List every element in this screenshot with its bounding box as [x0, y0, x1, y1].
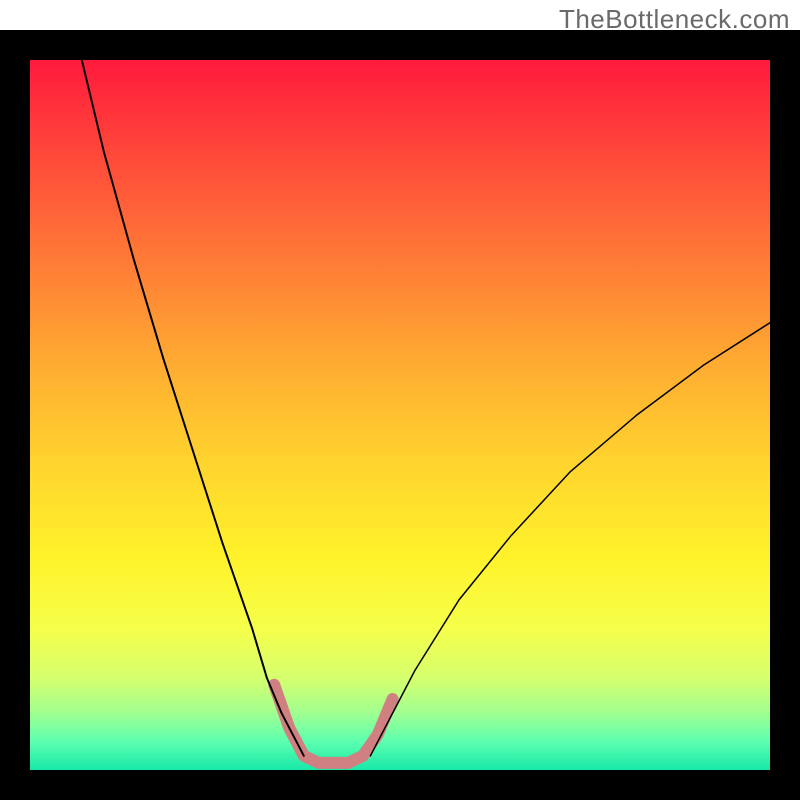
trough-highlight-path — [274, 685, 392, 763]
right-arm-path — [370, 323, 770, 756]
plot-area — [30, 60, 770, 770]
watermark-text: TheBottleneck.com — [559, 4, 790, 35]
curve-overlay — [30, 60, 770, 770]
left-arm-path — [82, 60, 304, 756]
chart-frame — [0, 30, 800, 800]
